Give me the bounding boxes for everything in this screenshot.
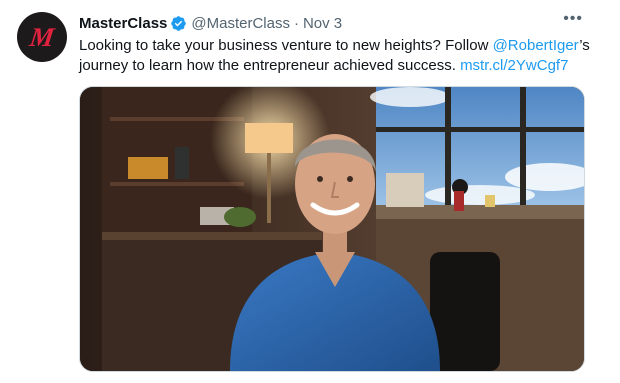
tweet-text-part2: ’s [579,37,590,54]
masterclass-logo: M [28,21,56,52]
tweet-media-photo[interactable] [79,86,585,372]
author-avatar[interactable]: M [17,12,67,62]
tweet-header: MasterClass @MasterClass · Nov 3 [79,13,580,33]
photo-image [80,87,584,371]
tweet-date[interactable]: Nov 3 [303,15,342,32]
tweet-text-part1: Looking to take your business venture to… [79,37,493,54]
more-horizontal-icon[interactable]: ••• [563,10,583,28]
tweet-url-link[interactable]: mstr.cl/2YwCgf7 [460,57,568,74]
tweet-text-part3: journey to learn how the entrepreneur ac… [79,57,461,74]
author-name[interactable]: MasterClass [79,15,167,32]
tweet-body: Looking to take your business venture to… [79,36,599,76]
author-handle[interactable]: @MasterClass [191,15,290,32]
mention-link[interactable]: @RobertIger [493,37,580,54]
verified-badge-icon [171,15,187,31]
separator-dot: · [293,14,299,32]
